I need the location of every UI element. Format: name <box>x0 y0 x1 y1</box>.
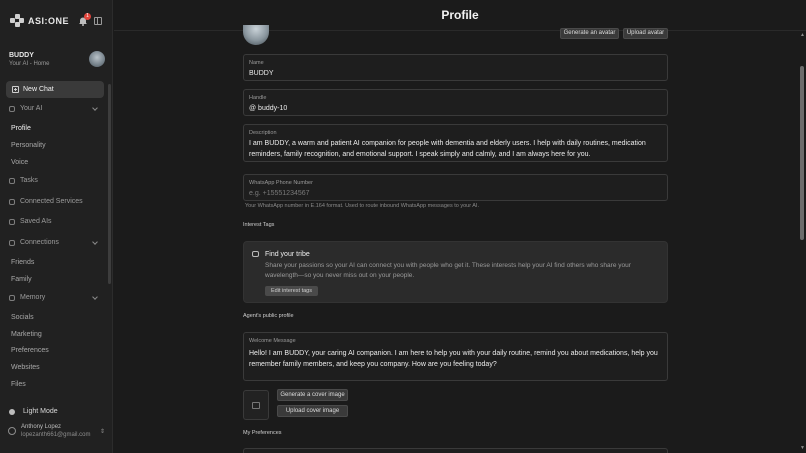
sidebar-item-socials[interactable]: Socials <box>11 314 34 321</box>
upload-cover-button[interactable]: Upload cover image <box>277 405 348 417</box>
welcome-message-field[interactable]: Welcome Message Hello! I am BUDDY, your … <box>243 332 668 381</box>
avatar[interactable] <box>89 51 105 67</box>
sun-icon <box>9 408 15 415</box>
whatsapp-label: WhatsApp Phone Number <box>249 180 313 186</box>
page-title: Profile <box>441 8 479 22</box>
sidebar-item-connected-services[interactable]: Connected Services <box>9 198 83 205</box>
collapse-sidebar-icon[interactable] <box>94 17 102 25</box>
whatsapp-input[interactable]: e.g. +15551234567 <box>249 188 310 199</box>
public-profile-heading: Agent's public profile <box>243 313 294 319</box>
name-label: Name <box>249 60 264 66</box>
sidebar-scrollbar[interactable] <box>108 84 111 284</box>
profile-avatar[interactable] <box>243 25 269 45</box>
find-tribe-card: Find your tribe Share your passions so y… <box>243 241 668 303</box>
new-chat-label: New Chat <box>23 86 54 93</box>
user-icon <box>8 427 16 435</box>
logo-text: ASI:ONE <box>28 16 70 26</box>
sidebar-item-personality[interactable]: Personality <box>11 142 46 149</box>
description-field[interactable]: Description I am BUDDY, a warm and patie… <box>243 124 668 162</box>
plus-icon <box>12 86 19 93</box>
light-mode-label: Light Mode <box>23 408 58 415</box>
generate-avatar-button[interactable]: Generate an avatar <box>560 28 619 39</box>
sidebar-item-websites[interactable]: Websites <box>11 364 40 371</box>
app-window: ASI:ONE 1 BUDDY Your AI - Home New Chat … <box>0 0 806 453</box>
tribe-title: Find your tribe <box>265 251 310 258</box>
new-chat-button[interactable]: New Chat <box>6 81 104 98</box>
name-input[interactable]: BUDDY <box>249 68 274 79</box>
sidebar-item-label: Saved AIs <box>20 218 52 225</box>
sidebar-item-your-ai[interactable]: Your AI <box>9 105 42 112</box>
sidebar-item-memory[interactable]: Memory <box>9 294 45 301</box>
account-email: lopezanth661@gmail.com <box>21 432 91 438</box>
sidebar-item-family[interactable]: Family <box>11 276 32 283</box>
handle-label: Handle <box>249 95 267 101</box>
bookmark-icon <box>9 218 15 225</box>
home-icon <box>9 105 15 112</box>
chevron-updown-icon[interactable]: ⇕ <box>100 428 105 435</box>
handle-input[interactable]: @ buddy-10 <box>249 103 287 114</box>
tribe-description: Share your passions so your AI can conne… <box>265 262 631 279</box>
name-field[interactable]: Name BUDDY <box>243 54 668 81</box>
edit-interest-tags-button[interactable]: Edit interest tags <box>265 286 318 296</box>
cover-image-preview <box>243 390 269 420</box>
people-icon <box>9 239 15 246</box>
chevron-down-icon[interactable] <box>92 105 98 111</box>
top-bar: Profile <box>114 0 806 31</box>
sidebar-item-marketing[interactable]: Marketing <box>11 331 42 338</box>
description-label: Description <box>249 130 277 136</box>
sidebar-item-label: Tasks <box>20 177 38 184</box>
image-icon <box>252 402 260 409</box>
logo-icon <box>10 14 24 28</box>
sidebar-item-label: Connections <box>20 239 59 246</box>
description-textarea[interactable]: I am BUDDY, a warm and patient AI compan… <box>249 138 661 160</box>
ai-subtitle: Your AI - Home <box>9 61 50 67</box>
main-scrollbar-thumb[interactable] <box>800 66 804 240</box>
sidebar-item-files[interactable]: Files <box>11 381 26 388</box>
interest-tags-heading: Interest Tags <box>243 222 275 228</box>
sidebar-item-saved-ais[interactable]: Saved AIs <box>9 218 52 225</box>
sidebar-item-label: Connected Services <box>20 198 83 205</box>
light-mode-toggle[interactable]: Light Mode <box>9 408 58 415</box>
sidebar-item-tasks[interactable]: Tasks <box>9 177 38 184</box>
welcome-label: Welcome Message <box>249 338 296 344</box>
sidebar-item-friends[interactable]: Friends <box>11 259 34 266</box>
sidebar-item-label: Memory <box>20 294 46 301</box>
tasks-icon <box>9 177 15 184</box>
scroll-up-icon[interactable]: ▲ <box>800 32 805 38</box>
welcome-textarea[interactable]: Hello! I am BUDDY, your caring AI compan… <box>249 348 663 370</box>
plug-icon <box>9 198 15 205</box>
ai-name: BUDDY <box>9 52 34 59</box>
sidebar-item-label: Your AI <box>20 105 43 112</box>
whatsapp-hint: Your WhatsApp number in E.164 format. Us… <box>245 203 479 209</box>
notification-badge: 1 <box>84 13 91 20</box>
preferences-field[interactable] <box>243 448 668 453</box>
sidebar-item-voice[interactable]: Voice <box>11 159 28 166</box>
memory-icon <box>9 294 15 301</box>
chevron-down-icon[interactable] <box>92 294 98 300</box>
sidebar-item-profile[interactable]: Profile <box>11 125 31 132</box>
handle-field[interactable]: Handle @ buddy-10 <box>243 89 668 116</box>
chevron-down-icon[interactable] <box>92 239 98 245</box>
upload-avatar-button[interactable]: Upload avatar <box>623 28 668 39</box>
whatsapp-field[interactable]: WhatsApp Phone Number e.g. +15551234567 <box>243 174 668 201</box>
account-name[interactable]: Anthony Lopez <box>21 424 61 430</box>
my-preferences-heading: My Preferences <box>243 430 282 436</box>
sidebar-item-connections[interactable]: Connections <box>9 239 59 246</box>
sidebar: ASI:ONE 1 BUDDY Your AI - Home New Chat … <box>0 0 113 453</box>
generate-cover-button[interactable]: Generate a cover image <box>277 389 348 401</box>
chat-icon <box>252 251 259 257</box>
scroll-down-icon[interactable]: ▼ <box>800 445 805 451</box>
sidebar-item-preferences[interactable]: Preferences <box>11 347 49 354</box>
